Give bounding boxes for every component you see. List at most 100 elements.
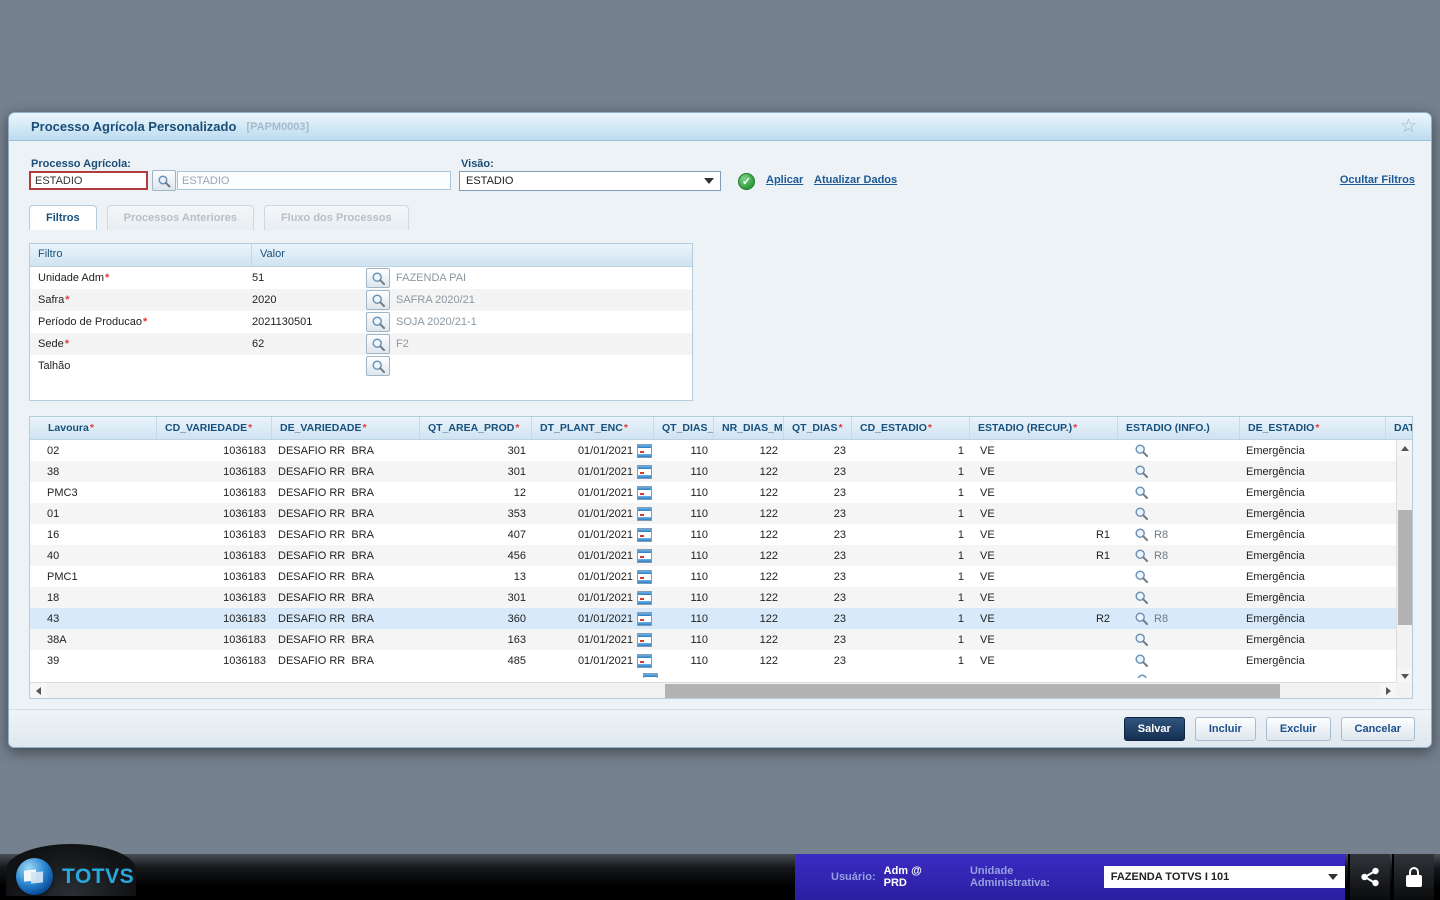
estadio-lookup-button[interactable]	[1134, 548, 1149, 563]
visao-select[interactable]: ESTADIO	[459, 171, 721, 191]
action-button-bar: Salvar Incluir Excluir Cancelar	[9, 709, 1431, 747]
grid-row-18[interactable]: 181036183DESAFIO RR BRA30101/01/20211101…	[30, 587, 1398, 608]
grid-row-02[interactable]: 021036183DESAFIO RR BRA30101/01/20211101…	[30, 440, 1398, 461]
cancelar-button[interactable]: Cancelar	[1341, 717, 1415, 741]
favorite-star-icon[interactable]: ☆	[1400, 117, 1417, 136]
estadio-lookup-button[interactable]	[1134, 590, 1149, 605]
grid-row-01[interactable]: 011036183DESAFIO RR BRA35301/01/20211101…	[30, 503, 1398, 524]
filter-lookup-button[interactable]	[366, 334, 390, 354]
ocultar-filtros-link[interactable]: Ocultar Filtros	[1340, 174, 1415, 186]
calendar-icon[interactable]	[637, 486, 652, 500]
grid-row-38A[interactable]: 38A1036183DESAFIO RR BRA16301/01/2021110…	[30, 629, 1398, 650]
vertical-scrollbar[interactable]	[1396, 440, 1412, 684]
column-header-qt_dias_b[interactable]: QT_DIAS*	[784, 417, 852, 439]
cell-estadio-info	[1118, 485, 1240, 500]
calendar-icon[interactable]	[637, 612, 652, 626]
column-header-cd_estadio[interactable]: CD_ESTADIO*	[852, 417, 970, 439]
column-header-de_variedade[interactable]: DE_VARIEDADE*	[272, 417, 420, 439]
filter-row[interactable]: Unidade Adm* 51 FAZENDA PAI	[30, 267, 692, 289]
filter-value[interactable]: 2020	[252, 294, 366, 306]
magnifier-icon	[1134, 506, 1149, 521]
calendar-icon[interactable]	[637, 507, 652, 521]
chevron-down-icon	[704, 178, 714, 189]
calendar-icon[interactable]	[637, 570, 652, 584]
grid-row-38[interactable]: 381036183DESAFIO RR BRA30101/01/20211101…	[30, 461, 1398, 482]
unidade-administrativa-select[interactable]: FAZENDA TOTVS I 101	[1104, 866, 1345, 888]
column-header-qt_area_prod[interactable]: QT_AREA_PROD*	[420, 417, 532, 439]
salvar-button[interactable]: Salvar	[1124, 717, 1185, 741]
magnifier-icon	[371, 359, 386, 374]
estadio-lookup-button[interactable]	[1134, 464, 1149, 479]
filter-row[interactable]: Sede* 62 F2	[30, 333, 692, 355]
calendar-icon[interactable]	[637, 465, 652, 479]
column-header-de_estadio[interactable]: DE_ESTADIO*	[1240, 417, 1386, 439]
atualizar-dados-link[interactable]: Atualizar Dados	[814, 174, 897, 186]
calendar-icon[interactable]	[637, 654, 652, 668]
scroll-left-button[interactable]	[30, 683, 46, 699]
grid-row-43[interactable]: 431036183DESAFIO RR BRA36001/01/20211101…	[30, 608, 1398, 629]
calendar-icon[interactable]	[637, 444, 652, 458]
filter-row[interactable]: Talhão	[30, 355, 692, 377]
column-header-estadio_info[interactable]: ESTADIO (INFO.)	[1118, 417, 1240, 439]
horizontal-scroll-thumb[interactable]	[665, 684, 1280, 698]
column-header-cd_variedade[interactable]: CD_VARIEDADE*	[157, 417, 272, 439]
column-header-lavoura[interactable]: Lavoura*	[30, 417, 157, 439]
column-header-nr_dias_m[interactable]: NR_DIAS_M	[714, 417, 784, 439]
grid-row-39[interactable]: 391036183DESAFIO RR BRA48501/01/20211101…	[30, 650, 1398, 671]
cell-cd_variedade: 1036183	[157, 487, 272, 499]
processo-desc-field[interactable]	[177, 171, 451, 190]
grid-row-40[interactable]: 401036183DESAFIO RR BRA45601/01/20211101…	[30, 545, 1398, 566]
tab-filtros[interactable]: Filtros	[29, 205, 97, 230]
excluir-button[interactable]: Excluir	[1266, 717, 1331, 741]
filter-value[interactable]: 62	[252, 338, 366, 350]
horizontal-scrollbar[interactable]	[30, 682, 1396, 698]
vertical-scroll-thumb[interactable]	[1398, 510, 1412, 625]
filter-header: Filtro Valor	[30, 244, 692, 267]
estadio-lookup-button[interactable]	[1134, 527, 1149, 542]
filter-value[interactable]: 2021130501	[252, 316, 366, 328]
column-header-estadio_recup[interactable]: ESTADIO (RECUP.)*	[970, 417, 1118, 439]
cell-qt_area_prod: 12	[420, 487, 532, 499]
calendar-icon[interactable]	[637, 591, 652, 605]
calendar-icon[interactable]	[637, 528, 652, 542]
estadio-lookup-button[interactable]	[1134, 569, 1149, 584]
column-header-qt_dias_a[interactable]: QT_DIAS_	[654, 417, 714, 439]
filter-row[interactable]: Safra* 2020 SAFRA 2020/21	[30, 289, 692, 311]
magnifier-icon	[1134, 527, 1149, 542]
column-header-data[interactable]: DATA	[1386, 417, 1412, 439]
aplicar-link[interactable]: Aplicar	[766, 174, 803, 186]
processo-agricola-input[interactable]	[29, 171, 148, 190]
cell-de_estadio: Emergência	[1240, 487, 1386, 499]
filter-lookup-button[interactable]	[366, 268, 390, 288]
cell-lavoura: 43	[30, 613, 157, 625]
lock-button[interactable]	[1392, 854, 1434, 900]
cell-de_variedade: DESAFIO RR BRA	[272, 466, 420, 478]
estadio-lookup-button[interactable]	[1134, 653, 1149, 668]
calendar-icon[interactable]	[637, 549, 652, 563]
estadio-lookup-button[interactable]	[1134, 611, 1149, 626]
cell-qt_dias_a: 110	[654, 634, 714, 646]
grid-row-PMC1[interactable]: PMC11036183DESAFIO RR BRA1301/01/2021110…	[30, 566, 1398, 587]
scroll-right-button[interactable]	[1380, 683, 1396, 699]
filter-lookup-button[interactable]	[366, 356, 390, 376]
grid-row-16[interactable]: 161036183DESAFIO RR BRA40701/01/20211101…	[30, 524, 1398, 545]
filter-row[interactable]: Período de Producao* 2021130501 SOJA 202…	[30, 311, 692, 333]
calendar-icon[interactable]	[643, 673, 658, 678]
filter-lookup-button[interactable]	[366, 290, 390, 310]
filter-value[interactable]: 51	[252, 272, 366, 284]
column-header-dt_plant_enc[interactable]: DT_PLANT_ENC*	[532, 417, 654, 439]
grid-row-partial[interactable]	[30, 671, 1398, 678]
cell-lavoura: 40	[30, 550, 157, 562]
filter-lookup-button[interactable]	[366, 312, 390, 332]
cell-cd_estadio: 1	[852, 613, 970, 625]
incluir-button[interactable]: Incluir	[1195, 717, 1256, 741]
share-button[interactable]	[1348, 854, 1390, 900]
estadio-lookup-button[interactable]	[1134, 506, 1149, 521]
estadio-lookup-button[interactable]	[1134, 443, 1149, 458]
estadio-lookup-button[interactable]	[1134, 632, 1149, 647]
calendar-icon[interactable]	[637, 633, 652, 647]
processo-lookup-button[interactable]	[152, 170, 176, 191]
estadio-lookup-button[interactable]	[1134, 485, 1149, 500]
grid-row-PMC3[interactable]: PMC31036183DESAFIO RR BRA1201/01/2021110…	[30, 482, 1398, 503]
scroll-up-button[interactable]	[1397, 440, 1413, 456]
